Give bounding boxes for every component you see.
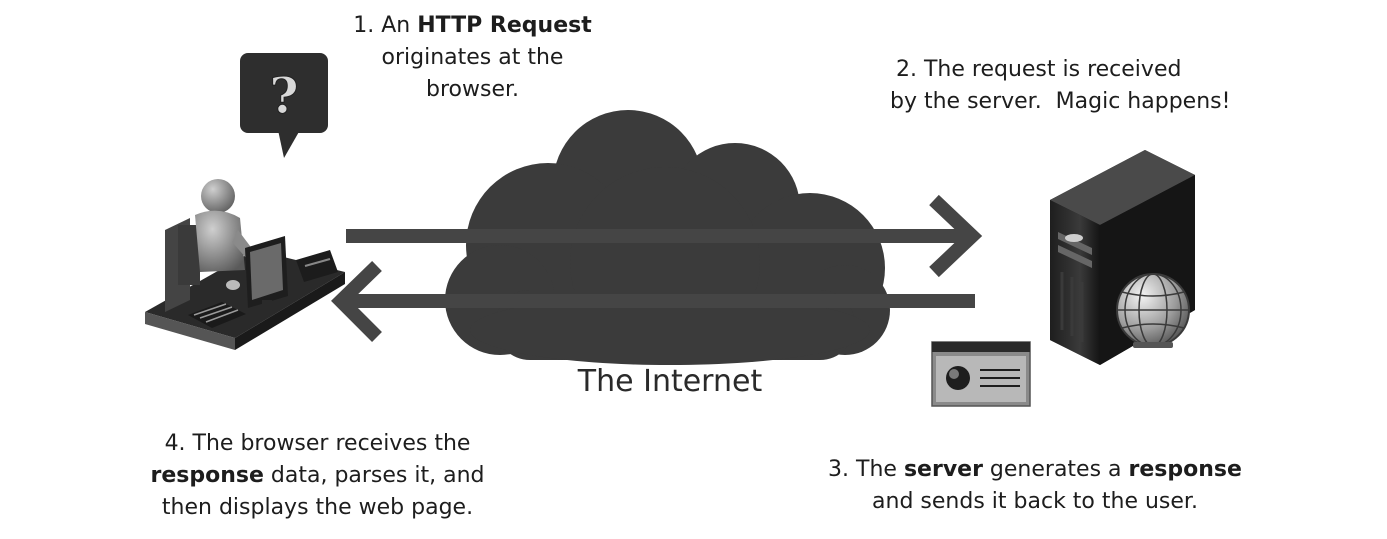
step1-caption: 1. An HTTP Request originates at the bro… (345, 10, 600, 106)
step3-bold1: server (903, 457, 983, 482)
step2-line2: by the server. Magic happens! (890, 89, 1231, 114)
step3-caption: 3. The server generates a response and s… (820, 454, 1250, 518)
user-at-computer-icon (145, 179, 345, 350)
step3-middle: generates a (982, 457, 1129, 482)
speech-bubble-icon: ? (240, 53, 328, 158)
cloud-label: The Internet (577, 364, 763, 399)
step1-line2: originates at the (381, 45, 564, 70)
step1-bold: HTTP Request (417, 13, 592, 38)
step1-prefix: 1. An (353, 13, 418, 38)
web-page-icon (931, 341, 1031, 407)
step3-line2: and sends it back to the user. (872, 489, 1198, 514)
step1-line3: browser. (426, 77, 519, 102)
step2-caption: 2. The request is received by the server… (890, 54, 1270, 118)
globe-icon (1116, 273, 1190, 348)
http-request-diagram: ? 1. An HTTP Request originates at the b… (0, 0, 1387, 539)
svg-text:?: ? (269, 66, 298, 125)
step3-bold2: response (1128, 457, 1242, 482)
step4-line3: then displays the web page. (161, 495, 474, 520)
step2-line1: 2. The request is received (896, 57, 1182, 82)
step4-caption: 4. The browser receives the response dat… (145, 428, 490, 524)
step3-prefix: 3. The (828, 457, 904, 482)
step4-bold: response (150, 463, 264, 488)
step4-line1: 4. The browser receives the (164, 431, 471, 456)
step4-line2-rest: data, parses it, and (263, 463, 485, 488)
